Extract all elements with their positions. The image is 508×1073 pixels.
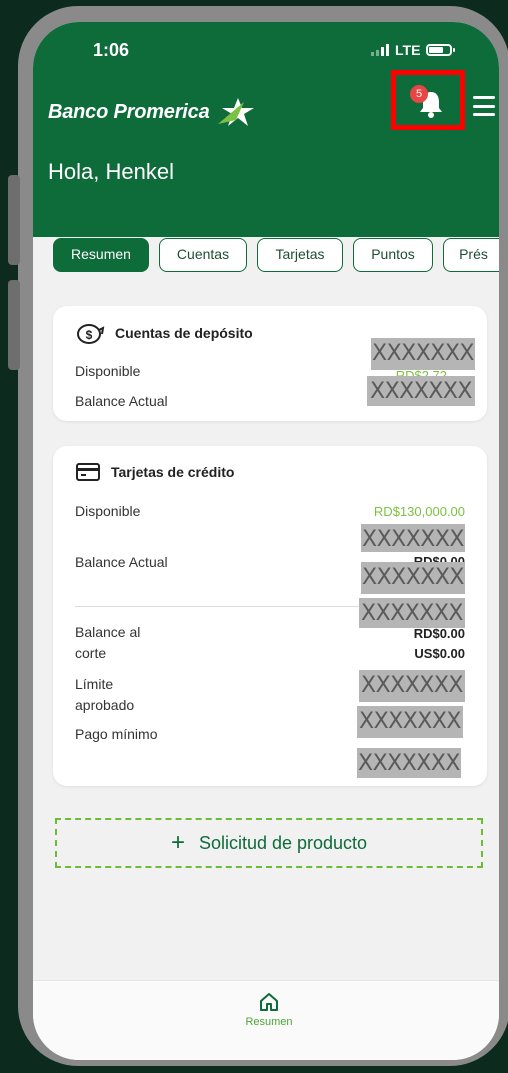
- credit-card-icon: [76, 463, 100, 481]
- masked-value: XXXXXXX: [357, 706, 463, 738]
- masked-value: XXXXXXX: [371, 338, 475, 370]
- nav-label-resumen: Resumen: [245, 1016, 293, 1028]
- tab-puntos[interactable]: Puntos: [353, 238, 433, 272]
- tab-resumen[interactable]: Resumen: [53, 238, 149, 272]
- masked-value: XXXXXXX: [357, 748, 461, 778]
- section-tabs: Resumen Cuentas Tarjetas Puntos Prés: [53, 238, 499, 272]
- logo-text: Banco Promerica: [48, 100, 210, 123]
- tab-prestamos[interactable]: Prés: [443, 238, 499, 272]
- corte-label-line1: Balance al: [75, 624, 141, 640]
- app-header: 1:06 LTE Banco Promerica 5 Hola, Henkel: [33, 22, 499, 237]
- deposit-title-text: Cuentas de depósito: [115, 325, 253, 341]
- status-time: 1:06: [93, 40, 130, 60]
- masked-value: XXXXXXX: [361, 562, 465, 594]
- masked-value: XXXXXXX: [367, 376, 475, 406]
- status-icons: LTE: [371, 42, 456, 58]
- deposit-card-title: $ Cuentas de depósito: [75, 320, 253, 346]
- credit-cards-card[interactable]: Tarjetas de crédito Disponible RD$130,00…: [53, 446, 487, 786]
- product-request-label: Solicitud de producto: [198, 832, 368, 853]
- logo-star-icon: [217, 98, 254, 126]
- limite-label-line2: aprobado: [75, 697, 135, 713]
- notifications-highlight[interactable]: 5: [391, 70, 465, 130]
- signal-icon: [371, 44, 389, 56]
- credit-title-text: Tarjetas de crédito: [111, 464, 235, 480]
- plus-icon: +: [170, 829, 185, 856]
- credit-limite-label: Límite aprobado: [75, 674, 134, 716]
- network-label: LTE: [395, 42, 421, 58]
- credit-corte-peek: RD$0.00: [413, 626, 465, 641]
- masked-value: XXXXXXX: [359, 598, 465, 628]
- credit-corte-usd: US$0.00: [414, 646, 465, 661]
- credit-card-title: Tarjetas de crédito: [75, 462, 234, 482]
- deposit-balance-label: Balance Actual: [75, 393, 168, 409]
- credit-corte-label: Balance al corte: [75, 622, 140, 664]
- tab-tarjetas[interactable]: Tarjetas: [257, 238, 343, 272]
- deposit-accounts-card[interactable]: $ Cuentas de depósito Disponible RD$2.72…: [53, 306, 487, 421]
- credit-disponible-value: RD$130,000.00: [373, 504, 465, 519]
- credit-pago-label: Pago mínimo: [75, 726, 158, 742]
- home-icon: [260, 993, 278, 1011]
- phone-side-button: [8, 280, 20, 370]
- deposit-disponible-label: Disponible: [75, 363, 141, 379]
- nav-item-resumen[interactable]: Resumen: [239, 991, 299, 1028]
- bottom-navigation: Resumen: [33, 980, 499, 1060]
- corte-label-line2: corte: [75, 645, 107, 661]
- app-screen: 1:06 LTE Banco Promerica 5 Hola, Henkel …: [33, 22, 499, 1060]
- limite-label-line1: Límite: [75, 676, 114, 692]
- credit-disponible-label: Disponible: [75, 503, 141, 519]
- bank-logo: Banco Promerica: [48, 96, 256, 128]
- hamburger-menu-icon[interactable]: [473, 96, 495, 116]
- tab-cuentas[interactable]: Cuentas: [159, 238, 247, 272]
- piggy-bank-icon: $: [77, 324, 105, 344]
- masked-value: XXXXXXX: [359, 670, 465, 702]
- product-request-button[interactable]: + Solicitud de producto: [55, 818, 483, 868]
- notification-badge: 5: [410, 85, 428, 103]
- masked-value: XXXXXXX: [361, 524, 465, 552]
- phone-side-button: [8, 175, 20, 265]
- greeting-text: Hola, Henkel: [48, 159, 174, 184]
- credit-balance-label: Balance Actual: [75, 554, 168, 570]
- svg-text:$: $: [86, 328, 93, 342]
- battery-icon: [426, 44, 456, 56]
